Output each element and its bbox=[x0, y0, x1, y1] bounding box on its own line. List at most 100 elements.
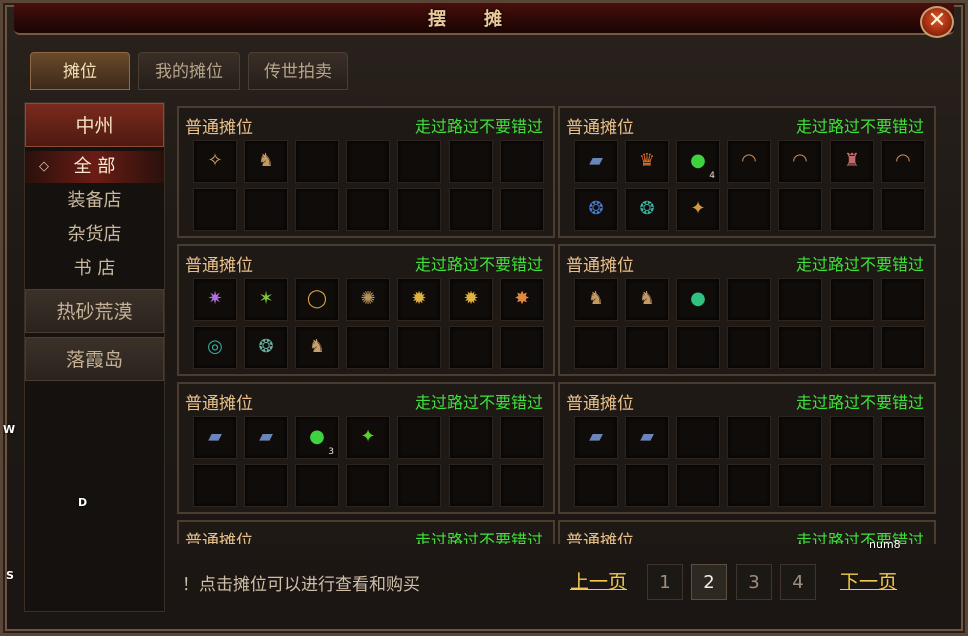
item-slot[interactable] bbox=[778, 188, 822, 231]
item-slot[interactable]: ✶ bbox=[244, 278, 288, 321]
item-slot[interactable]: ✹ bbox=[397, 278, 441, 321]
item-slot[interactable] bbox=[397, 326, 441, 369]
page-2-button[interactable]: 2 bbox=[691, 564, 727, 600]
item-slot[interactable] bbox=[574, 464, 618, 507]
item-slot[interactable] bbox=[346, 188, 390, 231]
item-slot[interactable]: ♜ bbox=[830, 140, 874, 183]
item-slot[interactable] bbox=[500, 416, 544, 459]
item-slot[interactable]: ▰ bbox=[244, 416, 288, 459]
subitem-all[interactable]: ◇ 全 部 bbox=[25, 151, 164, 183]
stall-panel[interactable]: 普通摊位 走过路过不要错过 bbox=[177, 520, 555, 544]
item-slot[interactable]: ◠ bbox=[778, 140, 822, 183]
region-hot-sand-desert[interactable]: 热砂荒漠 bbox=[25, 289, 164, 333]
stall-panel[interactable]: 普通摊位 走过路过不要错过 ▰ ▰ bbox=[558, 382, 936, 514]
item-slot[interactable] bbox=[727, 416, 771, 459]
page-4-button[interactable]: 4 bbox=[780, 564, 816, 600]
item-slot[interactable] bbox=[830, 326, 874, 369]
item-slot[interactable] bbox=[346, 140, 390, 183]
item-slot[interactable] bbox=[830, 416, 874, 459]
item-slot[interactable] bbox=[244, 188, 288, 231]
page-1-button[interactable]: 1 bbox=[647, 564, 683, 600]
item-slot[interactable]: ◎ bbox=[193, 326, 237, 369]
item-slot[interactable] bbox=[727, 326, 771, 369]
item-slot[interactable]: ✧ bbox=[193, 140, 237, 183]
item-slot[interactable] bbox=[193, 188, 237, 231]
region-zhongzhou[interactable]: 中州 bbox=[25, 103, 164, 147]
item-slot[interactable] bbox=[778, 416, 822, 459]
item-slot[interactable] bbox=[500, 464, 544, 507]
item-slot[interactable] bbox=[625, 326, 669, 369]
item-slot[interactable] bbox=[500, 326, 544, 369]
item-slot[interactable]: ❂ bbox=[574, 188, 618, 231]
item-slot[interactable] bbox=[449, 140, 493, 183]
item-slot[interactable] bbox=[346, 464, 390, 507]
item-slot[interactable] bbox=[346, 326, 390, 369]
subitem-equipment-shop[interactable]: 装备店 bbox=[25, 185, 164, 217]
item-slot[interactable]: ◠ bbox=[727, 140, 771, 183]
item-slot[interactable] bbox=[449, 416, 493, 459]
item-slot[interactable] bbox=[727, 188, 771, 231]
subitem-bookstore[interactable]: 书 店 bbox=[25, 253, 164, 285]
item-slot[interactable] bbox=[295, 188, 339, 231]
item-slot[interactable] bbox=[500, 188, 544, 231]
item-slot[interactable] bbox=[676, 464, 720, 507]
item-slot[interactable]: ♞ bbox=[295, 326, 339, 369]
item-slot[interactable] bbox=[449, 326, 493, 369]
item-slot[interactable]: ✸ bbox=[500, 278, 544, 321]
item-slot[interactable]: ▰ bbox=[625, 416, 669, 459]
item-slot[interactable] bbox=[778, 326, 822, 369]
item-slot[interactable] bbox=[778, 464, 822, 507]
subitem-general-store[interactable]: 杂货店 bbox=[25, 219, 164, 251]
item-slot[interactable]: ♛ bbox=[625, 140, 669, 183]
stall-panel[interactable]: 普通摊位 走过路过不要错过 ▰ ♛ ● 4 ◠ ◠ ♜ ◠ ❂ ❂ ✦ bbox=[558, 106, 936, 238]
item-slot[interactable] bbox=[449, 188, 493, 231]
item-slot[interactable]: ✺ bbox=[346, 278, 390, 321]
item-slot[interactable]: ▰ bbox=[193, 416, 237, 459]
item-slot[interactable] bbox=[830, 278, 874, 321]
item-slot[interactable] bbox=[676, 416, 720, 459]
item-slot[interactable] bbox=[397, 188, 441, 231]
next-page-button[interactable]: 下一页 bbox=[840, 567, 897, 594]
item-slot[interactable] bbox=[881, 326, 925, 369]
item-slot[interactable]: ✦ bbox=[676, 188, 720, 231]
item-slot[interactable] bbox=[727, 278, 771, 321]
item-slot[interactable]: ❂ bbox=[244, 326, 288, 369]
item-slot[interactable] bbox=[778, 278, 822, 321]
item-slot[interactable] bbox=[500, 140, 544, 183]
item-slot[interactable]: ● 3 bbox=[295, 416, 339, 459]
item-slot[interactable]: ● bbox=[676, 278, 720, 321]
item-slot[interactable]: ✷ bbox=[193, 278, 237, 321]
stall-panel[interactable]: 普通摊位 走过路过不要错过 ✷ ✶ ◯ ✺ ✹ ✹ ✸ ◎ ❂ ♞ bbox=[177, 244, 555, 376]
item-slot[interactable]: ◯ bbox=[295, 278, 339, 321]
item-slot[interactable]: ▰ bbox=[574, 416, 618, 459]
item-slot[interactable] bbox=[244, 464, 288, 507]
item-slot[interactable] bbox=[397, 416, 441, 459]
item-slot[interactable]: ✦ bbox=[346, 416, 390, 459]
item-slot[interactable] bbox=[397, 140, 441, 183]
item-slot[interactable] bbox=[727, 464, 771, 507]
item-slot[interactable]: ✹ bbox=[449, 278, 493, 321]
item-slot[interactable]: ◠ bbox=[881, 140, 925, 183]
page-3-button[interactable]: 3 bbox=[736, 564, 772, 600]
item-slot[interactable] bbox=[625, 464, 669, 507]
item-slot[interactable] bbox=[881, 278, 925, 321]
tab-auction[interactable]: 传世拍卖 bbox=[248, 52, 348, 90]
item-slot[interactable]: ❂ bbox=[625, 188, 669, 231]
tab-my-stall[interactable]: 我的摊位 bbox=[138, 52, 240, 90]
close-button[interactable]: ✕ bbox=[920, 6, 954, 38]
item-slot[interactable]: ♞ bbox=[625, 278, 669, 321]
region-luoxia-island[interactable]: 落霞岛 bbox=[25, 337, 164, 381]
item-slot[interactable] bbox=[449, 464, 493, 507]
item-slot[interactable] bbox=[881, 464, 925, 507]
item-slot[interactable] bbox=[881, 416, 925, 459]
item-slot[interactable]: ● 4 bbox=[676, 140, 720, 183]
tab-stalls[interactable]: 摊位 bbox=[30, 52, 130, 90]
item-slot[interactable] bbox=[193, 464, 237, 507]
stall-panel[interactable]: 普通摊位 走过路过不要错过 ▰ ▰ ● 3 ✦ bbox=[177, 382, 555, 514]
item-slot[interactable] bbox=[295, 140, 339, 183]
item-slot[interactable]: ▰ bbox=[574, 140, 618, 183]
prev-page-button[interactable]: 上一页 bbox=[570, 567, 627, 594]
item-slot[interactable] bbox=[830, 464, 874, 507]
item-slot[interactable] bbox=[397, 464, 441, 507]
item-slot[interactable] bbox=[830, 188, 874, 231]
